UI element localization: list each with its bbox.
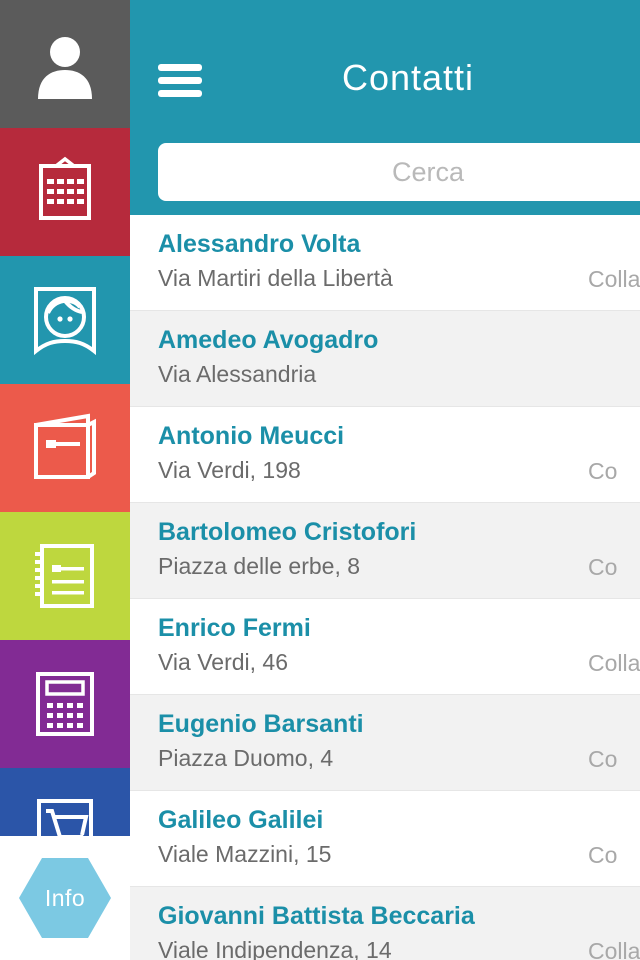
search-input[interactable]: [158, 143, 640, 201]
contact-address: Piazza delle erbe, 8: [158, 553, 361, 579]
contact-meta: Co: [588, 458, 618, 484]
contact-row[interactable]: Alessandro Volta Via Martiri della Libert…: [130, 215, 640, 311]
info-button[interactable]: Info: [19, 858, 111, 938]
contact-meta: Co: [588, 746, 618, 772]
contact-name: Enrico Fermi: [158, 614, 311, 642]
contact-row[interactable]: Antonio Meucci Via Verdi, 198 Co: [130, 407, 640, 503]
contact-name: Antonio Meucci: [158, 422, 345, 450]
contact-address: Viale Mazzini, 15: [158, 841, 332, 867]
contact-name: Eugenio Barsanti: [158, 710, 364, 738]
app-root: Info Contatti Alessandro Volta Via Martir…: [0, 0, 640, 960]
sidebar-item-calculator[interactable]: [0, 640, 130, 768]
contact-name: Bartolomeo Cristofori: [158, 518, 417, 546]
contact-meta: Co: [588, 554, 618, 580]
contact-row[interactable]: Galileo Galilei Viale Mazzini, 15 Co: [130, 791, 640, 887]
page-title: Contatti: [341, 57, 475, 98]
contact-address: Viale Indipendenza, 14: [158, 937, 392, 960]
contact-meta: Colla: [588, 266, 640, 292]
info-button-label: Info: [44, 884, 86, 911]
contact-row[interactable]: Giovanni Battista Beccaria Viale Indipend…: [130, 887, 640, 960]
sidebar-item-profile[interactable]: [0, 0, 130, 128]
contact-address: Via Verdi, 46: [158, 649, 289, 675]
contact-meta: Colla: [588, 938, 640, 960]
calculator-icon: [28, 667, 102, 741]
contact-row[interactable]: Amedeo Avogadro Via Alessandria: [130, 311, 640, 407]
portrait-icon: [28, 283, 102, 357]
contact-row[interactable]: Bartolomeo Cristofori Piazza delle erbe, …: [130, 503, 640, 599]
contact-row[interactable]: Enrico Fermi Via Verdi, 46 Colla: [130, 599, 640, 695]
app-header: Contatti: [130, 0, 640, 215]
sidebar-item-brochure[interactable]: [0, 384, 130, 512]
sidebar: Info: [0, 0, 130, 960]
contact-address: Via Verdi, 198: [158, 457, 301, 483]
contact-row[interactable]: Eugenio Barsanti Piazza Duomo, 4 Co: [130, 695, 640, 791]
sidebar-item-calendar[interactable]: [0, 128, 130, 256]
info-button-container: Info: [0, 836, 130, 960]
contact-name: Amedeo Avogadro: [158, 326, 379, 354]
sidebar-item-notes[interactable]: [0, 512, 130, 640]
search-bar: [158, 143, 640, 201]
person-icon: [28, 27, 102, 101]
contact-meta: Colla: [588, 650, 640, 676]
calendar-icon: [28, 155, 102, 229]
notepad-icon: [28, 539, 102, 613]
open-book-icon: [28, 411, 102, 485]
contact-name: Alessandro Volta: [158, 230, 361, 258]
contact-list[interactable]: Alessandro Volta Via Martiri della Libert…: [130, 215, 640, 960]
contact-name: Galileo Galilei: [158, 806, 324, 834]
contact-address: Piazza Duomo, 4: [158, 745, 334, 771]
contact-name: Giovanni Battista Beccaria: [158, 902, 475, 930]
sidebar-item-contacts[interactable]: [0, 256, 130, 384]
contact-address: Via Alessandria: [158, 361, 317, 387]
contact-address: Via Martiri della Libertà: [158, 265, 393, 291]
main-panel: Contatti Alessandro Volta Via Martiri del…: [130, 0, 640, 960]
contact-meta: Co: [588, 842, 618, 868]
